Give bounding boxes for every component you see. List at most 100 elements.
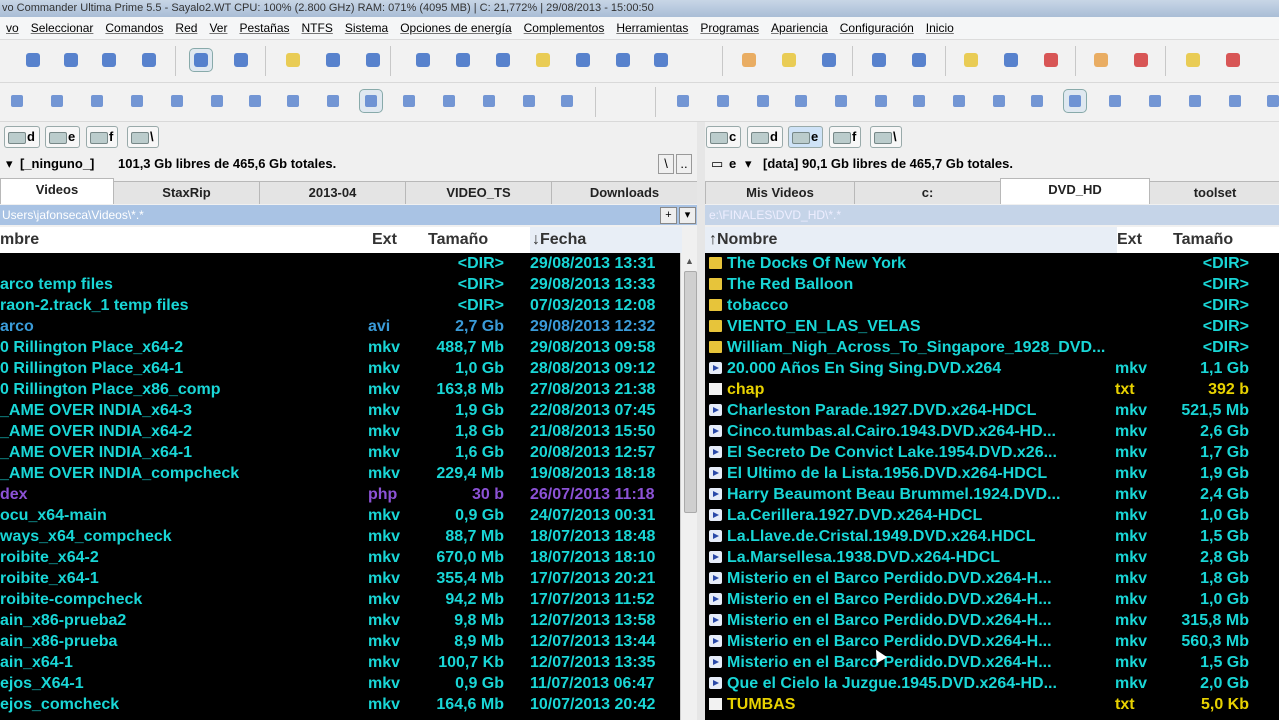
right-drive-button-root[interactable]: \ bbox=[870, 126, 902, 148]
left-file-row[interactable]: arco temp files <DIR> 29/08/2013 13:33 bbox=[0, 274, 680, 295]
right-file-row[interactable]: El Ultimo de la Lista.1956.DVD.x264-HDCL… bbox=[705, 463, 1279, 484]
left-file-row[interactable]: _AME OVER INDIA_x64-1 mkv 1,6 Gb 20/08/2013… bbox=[0, 442, 680, 463]
toolbar-button[interactable] bbox=[532, 49, 554, 71]
toolbar-button[interactable] bbox=[1182, 49, 1204, 71]
right-drive-button-e[interactable]: e bbox=[788, 126, 824, 148]
right-file-row[interactable]: Misterio en el Barco Perdido.DVD.x264-H.… bbox=[705, 631, 1279, 652]
toolbar-button[interactable] bbox=[22, 49, 44, 71]
toolbar-button[interactable] bbox=[166, 90, 188, 112]
toolbar-button[interactable] bbox=[650, 49, 672, 71]
toolbar-button[interactable] bbox=[830, 90, 852, 112]
right-file-row[interactable]: Misterio en el Barco Perdido.DVD.x264-H.… bbox=[705, 610, 1279, 631]
right-file-row[interactable]: Misterio en el Barco Perdido.DVD.x264-H.… bbox=[705, 568, 1279, 589]
toolbar-button[interactable] bbox=[1222, 49, 1244, 71]
toolbar-button[interactable] bbox=[1104, 90, 1126, 112]
toolbar-button[interactable] bbox=[1063, 89, 1087, 113]
toolbar-button[interactable] bbox=[908, 49, 930, 71]
right-header-name[interactable]: ↑Nombre bbox=[705, 227, 1117, 253]
left-header-size[interactable]: Tamaño bbox=[428, 227, 523, 253]
menu-item[interactable]: Herramientas bbox=[610, 17, 694, 39]
left-file-row[interactable]: arco avi 2,7 Gb 29/08/2013 12:32 bbox=[0, 316, 680, 337]
toolbar-button[interactable] bbox=[908, 90, 930, 112]
left-drive-dropdown-icon[interactable]: ▾ bbox=[6, 152, 13, 176]
menu-item[interactable]: Configuración bbox=[834, 17, 920, 39]
left-file-list[interactable]: <DIR> 29/08/2013 13:31 arco temp files <DIR… bbox=[0, 253, 680, 720]
toolbar-button[interactable] bbox=[870, 90, 892, 112]
right-file-row[interactable]: Charleston Parade.1927.DVD.x264-HDCL mkv 5… bbox=[705, 400, 1279, 421]
toolbar-button[interactable] bbox=[1224, 90, 1246, 112]
left-drive-button-f[interactable]: f bbox=[86, 126, 119, 148]
right-file-row[interactable]: tobacco <DIR> bbox=[705, 295, 1279, 316]
left-path-history-button[interactable]: ▾ bbox=[679, 207, 696, 224]
right-file-row[interactable]: TUMBAS txt 5,0 Kb bbox=[705, 694, 1279, 715]
toolbar-button[interactable] bbox=[98, 49, 120, 71]
toolbar-button[interactable] bbox=[672, 90, 694, 112]
right-tab[interactable]: Mis Videos bbox=[705, 181, 855, 204]
toolbar-button[interactable] bbox=[362, 49, 384, 71]
right-file-row[interactable]: Misterio en el Barco Perdido.DVD.x264-H.… bbox=[705, 652, 1279, 673]
menu-item[interactable]: Pestañas bbox=[233, 17, 295, 39]
left-file-row[interactable]: 0 Rillington Place_x86_comp mkv 163,8 Mb 27… bbox=[0, 379, 680, 400]
left-file-row[interactable]: roibite_x64-2 mkv 670,0 Mb 18/07/2013 18:10 bbox=[0, 547, 680, 568]
parent-dir-button[interactable]: .. bbox=[676, 154, 692, 174]
right-file-row[interactable]: 20.000 Años En Sing Sing.DVD.x264 mkv 1,1 … bbox=[705, 358, 1279, 379]
toolbar-button[interactable] bbox=[1144, 90, 1166, 112]
toolbar-button[interactable] bbox=[612, 49, 634, 71]
toolbar-button[interactable] bbox=[1130, 49, 1152, 71]
menu-item[interactable]: Complementos bbox=[518, 17, 611, 39]
menu-item[interactable]: Red bbox=[169, 17, 203, 39]
left-drive-button-root[interactable]: \ bbox=[127, 126, 159, 148]
right-file-list[interactable]: The Docks Of New York <DIR> The Red Balloo… bbox=[705, 253, 1279, 720]
left-file-row[interactable]: <DIR> 29/08/2013 13:31 bbox=[0, 253, 680, 274]
toolbar-button[interactable] bbox=[322, 49, 344, 71]
left-tab[interactable]: 2013-04 bbox=[259, 181, 406, 204]
right-file-row[interactable]: Harry Beaumont Beau Brummel.1924.DVD... m… bbox=[705, 484, 1279, 505]
left-file-row[interactable]: ain_x86-prueba mkv 8,9 Mb 12/07/2013 13:44 bbox=[0, 631, 680, 652]
left-file-row[interactable]: roibite-compcheck mkv 94,2 Mb 17/07/2013 11… bbox=[0, 589, 680, 610]
toolbar-button[interactable] bbox=[230, 49, 252, 71]
toolbar-button[interactable] bbox=[752, 90, 774, 112]
toolbar-button[interactable] bbox=[412, 49, 434, 71]
toolbar-button[interactable] bbox=[6, 90, 28, 112]
right-file-row[interactable]: The Docks Of New York <DIR> bbox=[705, 253, 1279, 274]
toolbar-button[interactable] bbox=[244, 90, 266, 112]
left-file-row[interactable]: ocu_x64-main mkv 0,9 Gb 24/07/2013 00:31 bbox=[0, 505, 680, 526]
left-file-row[interactable]: roibite_x64-1 mkv 355,4 Mb 17/07/2013 20:21 bbox=[0, 568, 680, 589]
toolbar-button[interactable] bbox=[282, 90, 304, 112]
root-button[interactable]: \ bbox=[658, 154, 674, 174]
toolbar-button[interactable] bbox=[988, 90, 1010, 112]
toolbar-button[interactable] bbox=[322, 90, 344, 112]
menu-item[interactable]: NTFS bbox=[296, 17, 339, 39]
left-file-row[interactable]: _AME OVER INDIA_x64-2 mkv 1,8 Gb 21/08/2013… bbox=[0, 421, 680, 442]
left-file-row[interactable]: ejos_comcheck mkv 164,6 Mb 10/07/2013 20:42 bbox=[0, 694, 680, 715]
left-file-row[interactable]: ain_x64-1 mkv 100,7 Kb 12/07/2013 13:35 bbox=[0, 652, 680, 673]
toolbar-button[interactable] bbox=[948, 90, 970, 112]
left-header-ext[interactable]: Ext bbox=[372, 227, 422, 253]
right-file-row[interactable]: William_Nigh_Across_To_Singapore_1928_DV… bbox=[705, 337, 1279, 358]
menu-item[interactable]: Programas bbox=[694, 17, 765, 39]
right-drive-label[interactable]: e bbox=[729, 152, 736, 176]
left-tab[interactable]: Videos bbox=[0, 178, 114, 204]
left-file-row[interactable]: ejos_X64-1 mkv 0,9 Gb 11/07/2013 06:47 bbox=[0, 673, 680, 694]
right-drive-dropdown-icon[interactable]: ▾ bbox=[745, 152, 752, 176]
left-tab[interactable]: StaxRip bbox=[113, 181, 260, 204]
right-tab[interactable]: toolset bbox=[1149, 181, 1279, 204]
toolbar-button[interactable] bbox=[518, 90, 540, 112]
toolbar-button[interactable] bbox=[206, 90, 228, 112]
left-path-plus-button[interactable]: + bbox=[660, 207, 677, 224]
toolbar-button[interactable] bbox=[359, 89, 383, 113]
menu-item[interactable]: Apariencia bbox=[765, 17, 834, 39]
right-drive-button-f[interactable]: f bbox=[829, 126, 862, 148]
menu-item[interactable]: Opciones de energía bbox=[394, 17, 517, 39]
right-file-row[interactable]: The Red Balloon <DIR> bbox=[705, 274, 1279, 295]
left-header-name[interactable]: mbre bbox=[0, 227, 360, 253]
toolbar-button[interactable] bbox=[452, 49, 474, 71]
toolbar-button[interactable] bbox=[438, 90, 460, 112]
menu-item[interactable]: Ver bbox=[203, 17, 233, 39]
toolbar-button[interactable] bbox=[46, 90, 68, 112]
left-drive-button-d[interactable]: d bbox=[4, 126, 40, 148]
left-file-row[interactable]: 0 Rillington Place_x64-2 mkv 488,7 Mb 29/08… bbox=[0, 337, 680, 358]
toolbar-button[interactable] bbox=[818, 49, 840, 71]
right-file-row[interactable]: Cinco.tumbas.al.Cairo.1943.DVD.x264-HD..… bbox=[705, 421, 1279, 442]
right-file-row[interactable]: La.Cerillera.1927.DVD.x264-HDCL mkv 1,0 Gb bbox=[705, 505, 1279, 526]
